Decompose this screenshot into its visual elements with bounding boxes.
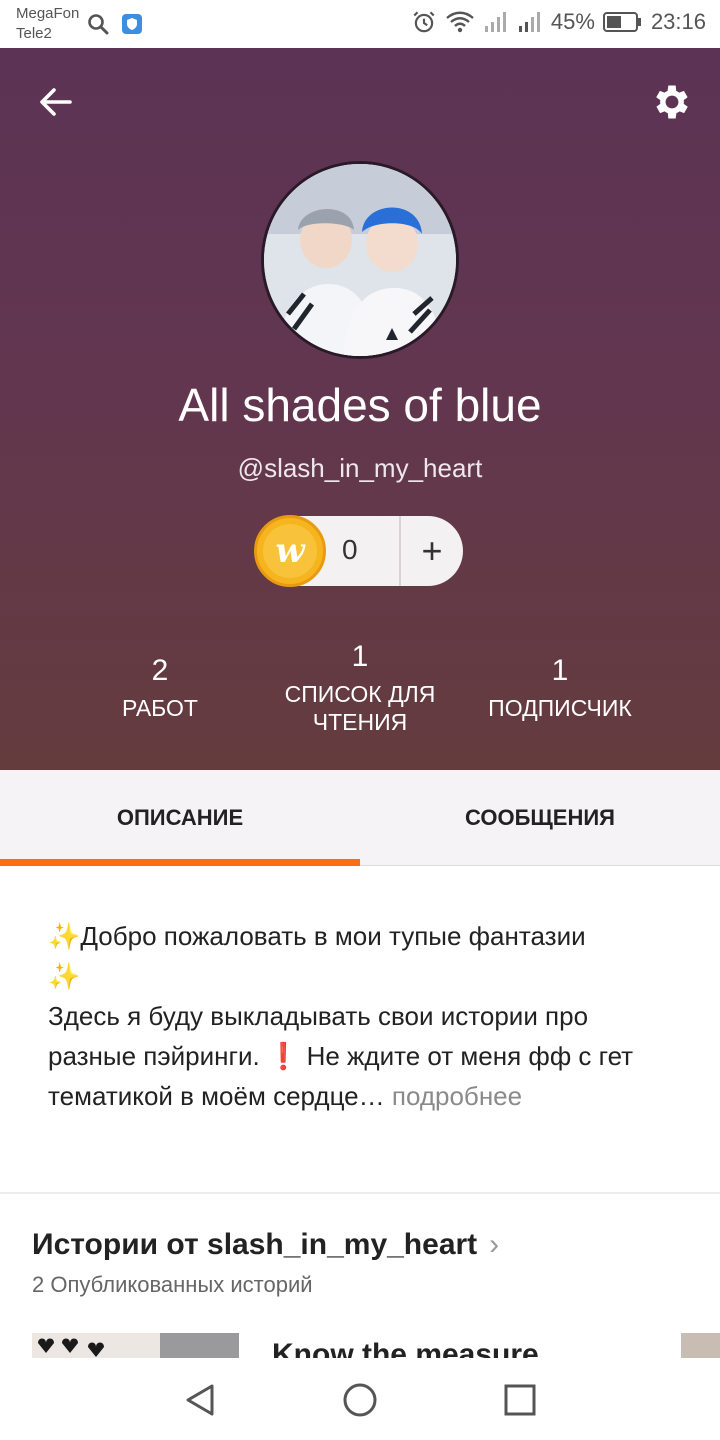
- chevron-right-icon: ›: [489, 1228, 500, 1261]
- signal-1-icon: [484, 12, 506, 32]
- circle-home-icon: [343, 1383, 377, 1417]
- active-tab-indicator: [0, 859, 360, 866]
- nav-recent-button[interactable]: [496, 1376, 544, 1424]
- stat-works-label: РАБОТ: [122, 695, 198, 721]
- add-coins-button[interactable]: +: [401, 516, 463, 586]
- sparkle-icon: ✨: [48, 921, 81, 951]
- triangle-back-icon: [186, 1384, 214, 1416]
- carrier-info: MegaFon Tele2: [16, 4, 79, 44]
- status-bar: MegaFon Tele2 45% 23:16: [0, 0, 720, 48]
- profile-header: All shades of blue @slash_in_my_heart w …: [0, 48, 720, 770]
- settings-button[interactable]: [650, 80, 694, 124]
- system-nav-bar: [0, 1358, 720, 1440]
- tab-messages[interactable]: СООБЩЕНИЯ: [360, 770, 720, 866]
- shield-icon: [122, 14, 142, 34]
- stat-followers[interactable]: 1 ПОДПИСЧИК: [460, 654, 660, 722]
- story-title[interactable]: Know the measure: [272, 1338, 539, 1360]
- stat-reading-list[interactable]: 1 СПИСОК ДЛЯ ЧТЕНИЯ: [260, 640, 460, 736]
- sparkle-icon: ✨: [48, 961, 81, 991]
- clock: 23:16: [650, 9, 706, 34]
- nav-home-button[interactable]: [336, 1376, 384, 1424]
- arrow-left-icon: [40, 88, 72, 116]
- battery-icon: [602, 12, 641, 32]
- coin-icon: w: [254, 515, 326, 587]
- stories-count: 2 Опубликованных историй: [32, 1272, 313, 1297]
- stat-followers-count: 1: [551, 654, 569, 687]
- avatar-image: [264, 164, 456, 356]
- profile-name: All shades of blue: [178, 379, 542, 431]
- coin-balance-pill: w 0 +: [254, 515, 463, 587]
- status-right: 45% 23:16: [411, 9, 706, 35]
- section-divider: [0, 1192, 720, 1194]
- profile-tabs: ОПИСАНИЕ СООБЩЕНИЯ: [0, 770, 720, 866]
- tab-description[interactable]: ОПИСАНИЕ: [0, 770, 360, 866]
- battery-percent: 45%: [550, 9, 595, 34]
- profile-handle: @slash_in_my_heart: [237, 453, 483, 483]
- coin-count: 0: [342, 534, 358, 565]
- signal-2-icon: [518, 12, 540, 32]
- search-icon: [88, 14, 109, 35]
- back-button[interactable]: [34, 80, 78, 124]
- stat-reading-list-count: 1: [351, 640, 369, 673]
- profile-description: ✨Добро пожаловать в мои тупые фантазии ✨…: [48, 916, 668, 1116]
- square-recent-icon: [504, 1384, 536, 1416]
- stat-followers-label: ПОДПИСЧИК: [488, 695, 632, 721]
- stories-title: Истории от slash_in_my_heart: [32, 1228, 478, 1261]
- carrier-1: MegaFon: [16, 5, 80, 22]
- stories-section-header[interactable]: Истории от slash_in_my_heart ›: [32, 1228, 499, 1262]
- wifi-icon: [446, 11, 474, 33]
- read-more-link[interactable]: подробнее: [392, 1081, 522, 1111]
- description-ellipsis: …: [358, 1081, 392, 1111]
- description-line-1: Добро пожаловать в мои тупые фантазии: [80, 921, 586, 951]
- status-left-icons: [86, 12, 144, 36]
- stat-works-count: 2: [151, 654, 169, 687]
- gear-icon: [656, 85, 688, 119]
- exclamation-icon: ❗: [266, 1041, 300, 1071]
- alarm-icon: [413, 11, 435, 33]
- nav-back-button[interactable]: [176, 1376, 224, 1424]
- carrier-2: Tele2: [16, 25, 52, 42]
- stat-reading-list-label: СПИСОК ДЛЯ ЧТЕНИЯ: [284, 681, 436, 735]
- avatar[interactable]: [261, 161, 459, 359]
- coin-symbol: w: [263, 524, 317, 578]
- stat-works[interactable]: 2 РАБОТ: [60, 654, 260, 722]
